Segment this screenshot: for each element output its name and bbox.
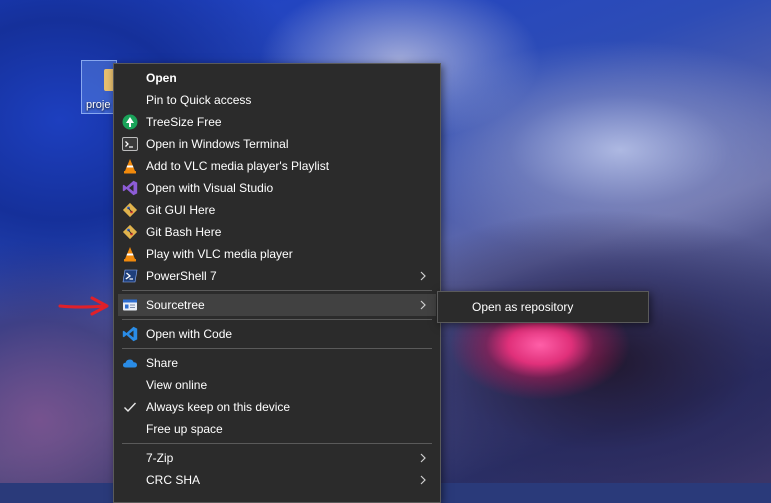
terminal-icon: [122, 137, 138, 151]
red-arrow-annotation-icon: [58, 296, 109, 316]
menu-item-visual-studio[interactable]: Open with Visual Studio: [118, 177, 436, 199]
menu-item-label: Open: [146, 71, 177, 85]
git-icon: [122, 202, 138, 218]
menu-item-vlc-playlist[interactable]: Add to VLC media player's Playlist: [118, 155, 436, 177]
menu-item-git-bash[interactable]: Git Bash Here: [118, 221, 436, 243]
menu-item-label: Open with Visual Studio: [146, 181, 274, 195]
menu-item-7zip[interactable]: 7-Zip: [118, 447, 436, 469]
menu-item-label: Always keep on this device: [146, 400, 291, 414]
menu-item-label: PowerShell 7: [146, 269, 217, 283]
menu-item-label: CRC SHA: [146, 473, 201, 487]
menu-item-label: Open in Windows Terminal: [146, 137, 289, 151]
menu-item-git-gui[interactable]: Git GUI Here: [118, 199, 436, 221]
menu-separator: [122, 443, 432, 444]
menu-item-always-keep[interactable]: Always keep on this device: [118, 396, 436, 418]
chevron-right-icon: [420, 271, 426, 281]
treesize-icon: [122, 114, 138, 130]
menu-item-label: Open with Code: [146, 327, 233, 341]
menu-separator: [122, 348, 432, 349]
chevron-right-icon: [420, 475, 426, 485]
menu-item-powershell[interactable]: PowerShell 7: [118, 265, 436, 287]
menu-item-windows-terminal[interactable]: Open in Windows Terminal: [118, 133, 436, 155]
menu-item-label: Play with VLC media player: [146, 247, 293, 261]
menu-item-sourcetree[interactable]: Sourcetree: [118, 294, 436, 316]
menu-item-open-with-code[interactable]: Open with Code: [118, 323, 436, 345]
menu-item-view-online[interactable]: View online: [118, 374, 436, 396]
vscode-icon: [122, 326, 138, 342]
menu-item-treesize[interactable]: TreeSize Free: [118, 111, 436, 133]
desktop-folder[interactable]: proje: [81, 60, 124, 114]
menu-separator: [122, 319, 432, 320]
menu-item-share[interactable]: Share: [118, 352, 436, 374]
menu-item-label: Free up space: [146, 422, 223, 436]
menu-item-label: Share: [146, 356, 179, 370]
sourcetree-icon: [123, 299, 137, 311]
vlc-icon: [124, 247, 136, 262]
submenu-item-open-as-repository[interactable]: Open as repository: [438, 292, 648, 322]
chevron-right-icon: [420, 453, 426, 463]
menu-item-label: Git Bash Here: [146, 225, 222, 239]
menu-item-crc-sha[interactable]: CRC SHA: [118, 469, 436, 491]
submenu-item-label: Open as repository: [472, 300, 574, 314]
menu-item-open[interactable]: Open: [118, 67, 436, 89]
onedrive-cloud-icon: [122, 359, 137, 368]
context-menu: Open Pin to Quick access TreeSize Free O…: [113, 63, 441, 503]
menu-item-label: Add to VLC media player's Playlist: [146, 159, 330, 173]
menu-item-label: Git GUI Here: [146, 203, 216, 217]
menu-item-label: Sourcetree: [146, 298, 205, 312]
visual-studio-icon: [122, 180, 138, 196]
vlc-icon: [124, 159, 136, 174]
menu-item-label: TreeSize Free: [146, 115, 222, 129]
sourcetree-submenu: Open as repository: [437, 291, 649, 323]
chevron-right-icon: [420, 300, 426, 310]
menu-item-free-up-space[interactable]: Free up space: [118, 418, 436, 440]
git-icon: [122, 224, 138, 240]
menu-separator: [122, 290, 432, 291]
menu-item-label: Pin to Quick access: [146, 93, 252, 107]
menu-item-pin-quick-access[interactable]: Pin to Quick access: [118, 89, 436, 111]
powershell-icon: [122, 269, 138, 283]
desktop-folder-label: proje: [86, 99, 111, 111]
checkmark-icon: [124, 402, 137, 413]
menu-item-label: View online: [146, 378, 208, 392]
menu-item-vlc-play[interactable]: Play with VLC media player: [118, 243, 436, 265]
menu-item-label: 7-Zip: [146, 451, 174, 465]
